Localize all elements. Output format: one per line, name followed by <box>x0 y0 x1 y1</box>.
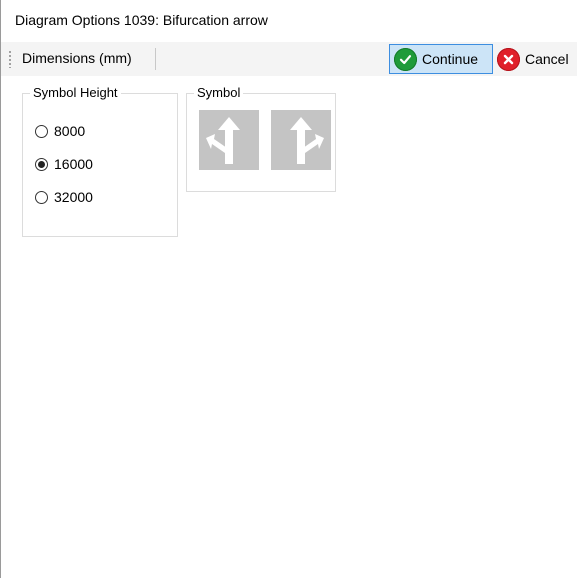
cancel-label: Cancel <box>525 51 569 67</box>
height-option-16000[interactable]: 16000 <box>35 156 93 172</box>
symbol-height-group: Symbol Height 8000 16000 32000 <box>22 85 178 237</box>
toolbar-grip[interactable] <box>9 50 11 68</box>
check-icon <box>394 47 417 71</box>
bifurcation-arrow-right-icon <box>290 117 324 164</box>
symbol-group: Symbol <box>186 85 336 192</box>
continue-label: Continue <box>422 51 479 67</box>
bifurcation-arrow-left-icon <box>206 117 240 164</box>
radio-button[interactable] <box>35 124 48 138</box>
toolbar: Dimensions (mm) Continue Cancel <box>1 42 577 76</box>
height-option-32000[interactable]: 32000 <box>35 189 93 205</box>
window-title: Diagram Options 1039: Bifurcation arrow <box>15 12 268 28</box>
height-option-8000[interactable]: 8000 <box>35 123 85 139</box>
radio-button[interactable] <box>35 190 48 204</box>
continue-button[interactable]: Continue <box>389 44 493 74</box>
symbol-tile-right[interactable] <box>271 110 331 170</box>
symbol-height-legend: Symbol Height <box>30 85 121 100</box>
symbol-legend: Symbol <box>194 85 244 100</box>
height-option-label: 32000 <box>54 189 93 205</box>
radio-selected-dot <box>38 160 45 168</box>
close-icon <box>497 47 520 71</box>
dialog-window: Diagram Options 1039: Bifurcation arrow … <box>0 0 577 578</box>
radio-button-selected[interactable] <box>35 157 48 171</box>
height-option-label: 8000 <box>54 123 86 139</box>
cancel-button[interactable]: Cancel <box>495 44 575 74</box>
height-option-label: 16000 <box>54 156 93 172</box>
symbol-tile-left[interactable] <box>199 110 259 170</box>
dimensions-label: Dimensions (mm) <box>22 50 132 66</box>
toolbar-separator <box>155 48 156 70</box>
